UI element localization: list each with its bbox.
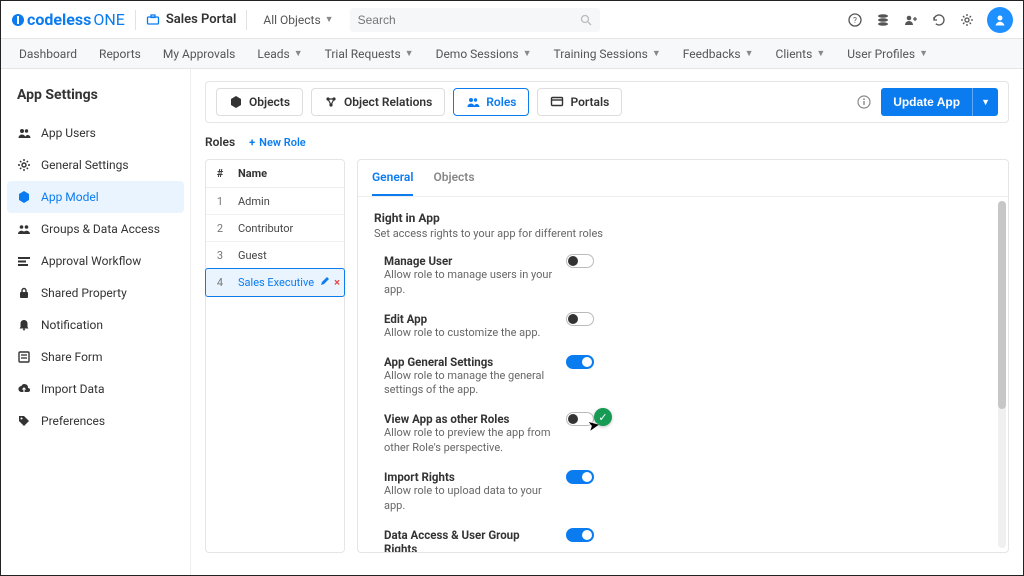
perm-app-general-settings: App General SettingsAllow role to manage… xyxy=(374,355,992,399)
flow-icon xyxy=(17,254,33,268)
sidebar-item-general-settings[interactable]: General Settings xyxy=(1,149,190,181)
role-row[interactable]: 4Sales Executive× xyxy=(206,269,344,296)
toggle[interactable] xyxy=(566,312,594,326)
search-input[interactable] xyxy=(358,13,580,27)
new-role-button[interactable]: +New Role xyxy=(249,136,306,149)
nav-training-sessions[interactable]: Training Sessions▼ xyxy=(554,47,661,61)
gear-icon xyxy=(17,158,33,172)
nav-feedbacks[interactable]: Feedbacks▼ xyxy=(683,47,754,61)
perm-manage-user: Manage UserAllow role to manage users in… xyxy=(374,254,992,298)
content-area: Objects Object Relations Roles Portals Upda… xyxy=(191,69,1023,575)
scrollbar[interactable] xyxy=(998,201,1006,548)
model-tab-object-relations[interactable]: Object Relations xyxy=(311,88,445,116)
nav-leads[interactable]: Leads▼ xyxy=(257,47,302,61)
sidebar-item-notification[interactable]: Notification xyxy=(1,309,190,341)
sidebar-item-groups-data-access[interactable]: Groups & Data Access xyxy=(1,213,190,245)
info-icon[interactable] xyxy=(857,95,871,109)
settings-icon[interactable] xyxy=(959,12,975,28)
cloud-icon xyxy=(17,382,33,396)
sidebar-item-approval-workflow[interactable]: Approval Workflow xyxy=(1,245,190,277)
roles-list: # Name 1Admin2Contributor3Guest4Sales Ex… xyxy=(205,159,345,553)
perm-data-access-user-group-rights: Data Access & User Group RightsAllow rol… xyxy=(374,528,992,552)
top-bar: codelessONE Sales Portal All Objects▼ ? xyxy=(1,1,1023,39)
sidebar-item-shared-property[interactable]: Shared Property xyxy=(1,277,190,309)
bell-icon xyxy=(17,318,33,332)
help-icon[interactable]: ? xyxy=(847,12,863,28)
col-number: # xyxy=(206,160,234,187)
update-app-caret[interactable]: ▼ xyxy=(972,88,998,116)
rel-icon xyxy=(324,95,338,109)
col-name: Name xyxy=(234,160,344,187)
object-picker[interactable]: All Objects▼ xyxy=(257,13,339,27)
users-icon xyxy=(466,95,480,109)
sidebar-item-app-users[interactable]: App Users xyxy=(1,117,190,149)
breadcrumb: Roles xyxy=(205,135,235,149)
nav-clients[interactable]: Clients▼ xyxy=(776,47,826,61)
check-icon: ✓ xyxy=(594,408,612,426)
sidebar-item-app-model[interactable]: App Model xyxy=(7,181,184,213)
portal-selector[interactable]: Sales Portal xyxy=(146,12,237,27)
briefcase-icon xyxy=(146,13,160,27)
nav-trial-requests[interactable]: Trial Requests▼ xyxy=(325,47,414,61)
group-icon xyxy=(17,222,33,236)
search-icon xyxy=(580,14,592,26)
toggle[interactable] xyxy=(566,470,594,484)
history-icon[interactable] xyxy=(931,12,947,28)
tag-icon xyxy=(17,414,33,428)
toggle[interactable] xyxy=(566,412,594,426)
users-icon xyxy=(17,126,33,140)
tab-objects[interactable]: Objects xyxy=(433,160,474,196)
rights-panel: Right in App Set access rights to your a… xyxy=(358,197,1008,552)
main-nav: Dashboard Reports My Approvals Leads▼ Trial … xyxy=(1,39,1023,69)
model-tab-bar: Objects Object Relations Roles Portals Upda… xyxy=(205,81,1009,123)
tab-general[interactable]: General xyxy=(372,160,413,196)
delete-icon[interactable]: × xyxy=(334,276,340,289)
portal-icon xyxy=(550,95,564,109)
add-user-icon[interactable] xyxy=(903,12,919,28)
breadcrumb-row: Roles +New Role xyxy=(205,135,1009,149)
model-tab-roles[interactable]: Roles xyxy=(453,88,529,116)
user-avatar[interactable] xyxy=(987,7,1013,33)
top-right-tools: ? xyxy=(847,7,1013,33)
nav-demo-sessions[interactable]: Demo Sessions▼ xyxy=(436,47,532,61)
perm-import-rights: Import RightsAllow role to upload data t… xyxy=(374,470,992,514)
role-row[interactable]: 2Contributor xyxy=(206,215,344,242)
role-detail: General Objects Right in App Set access … xyxy=(357,159,1009,553)
nav-dashboard[interactable]: Dashboard xyxy=(19,47,77,61)
cube-icon xyxy=(17,190,33,204)
perm-edit-app: Edit AppAllow role to customize the app. xyxy=(374,312,992,341)
role-row[interactable]: 1Admin xyxy=(206,188,344,215)
global-search[interactable] xyxy=(350,8,600,32)
cube-icon xyxy=(229,95,243,109)
update-app-button[interactable]: Update App xyxy=(881,88,972,116)
sidebar-item-share-form[interactable]: Share Form xyxy=(1,341,190,373)
nav-reports[interactable]: Reports xyxy=(99,47,141,61)
perm-view-app-as-other-roles: View App as other RolesAllow role to pre… xyxy=(374,412,992,456)
settings-sidebar: App Settings App UsersGeneral SettingsAp… xyxy=(1,69,191,575)
sidebar-item-preferences[interactable]: Preferences xyxy=(1,405,190,437)
form-icon xyxy=(17,350,33,364)
model-tab-objects[interactable]: Objects xyxy=(216,88,303,116)
toggle[interactable] xyxy=(566,528,594,542)
database-icon[interactable] xyxy=(875,12,891,28)
nav-user-profiles[interactable]: User Profiles▼ xyxy=(847,47,928,61)
role-row[interactable]: 3Guest xyxy=(206,242,344,269)
toggle[interactable] xyxy=(566,254,594,268)
svg-text:?: ? xyxy=(853,16,857,25)
edit-icon[interactable] xyxy=(320,276,330,289)
model-tab-portals[interactable]: Portals xyxy=(537,88,622,116)
toggle[interactable] xyxy=(566,355,594,369)
sidebar-title: App Settings xyxy=(1,81,190,117)
portal-label: Sales Portal xyxy=(166,12,237,27)
rights-title: Right in App xyxy=(374,211,992,225)
rights-subtitle: Set access rights to your app for differ… xyxy=(374,227,992,240)
brand-logo: codelessONE xyxy=(11,10,125,29)
sidebar-item-import-data[interactable]: Import Data xyxy=(1,373,190,405)
nav-my-approvals[interactable]: My Approvals xyxy=(163,47,236,61)
lock-icon xyxy=(17,286,33,300)
